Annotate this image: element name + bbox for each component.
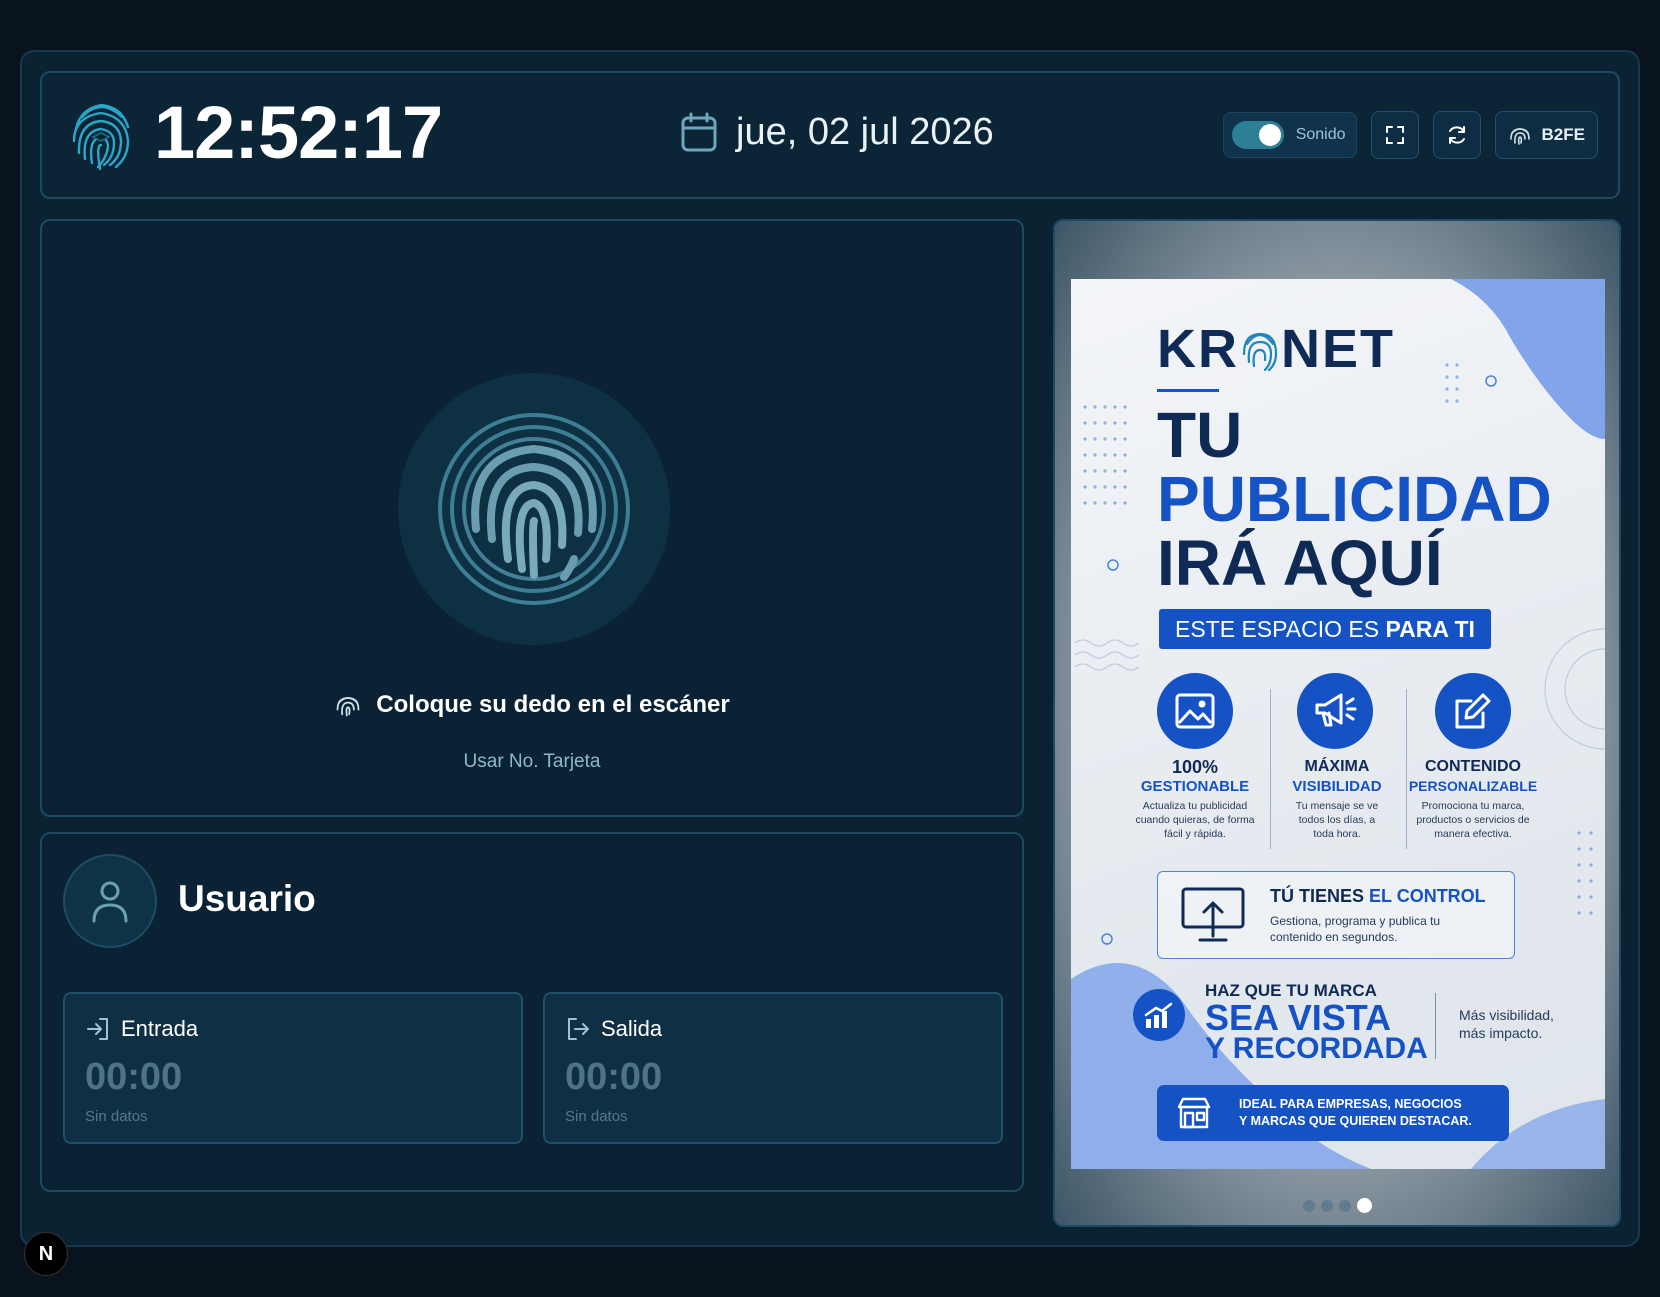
- sound-toggle[interactable]: Sonido: [1222, 112, 1357, 158]
- ad-feature-icon-1: [1157, 673, 1233, 749]
- fingerprint-small-icon: [336, 697, 360, 717]
- device-label: B2FE: [1541, 125, 1585, 144]
- date-text: jue, 02 jul 2026: [736, 111, 994, 153]
- edit-icon: [1455, 693, 1491, 729]
- ad-cta-banner: IDEAL PARA EMPRESAS, NEGOCIOS Y MARCAS Q…: [1157, 1085, 1509, 1141]
- ad-feature-2: MÁXIMA VISIBILIDAD Tu mensaje se ve todo…: [1292, 758, 1382, 840]
- ad-impact-2: más impacto.: [1459, 1025, 1543, 1041]
- user-icon: [92, 881, 128, 923]
- scanner-panel: Coloque su dedo en el escáner Usar No. T…: [40, 219, 1024, 817]
- ad-headline-3: IRÁ AQUÍ: [1157, 527, 1443, 599]
- entrada-label: Entrada: [121, 1016, 199, 1041]
- ad-feature-icon-2: [1297, 673, 1373, 749]
- ad-cta-line-1: IDEAL PARA EMPRESAS, NEGOCIOS: [1239, 1097, 1462, 1111]
- entrada-status: Sin datos: [85, 1108, 148, 1125]
- fingerprint-icon: [438, 413, 630, 605]
- user-panel: Usuario Entrada 00:00 Sin datos Salida 0…: [40, 832, 1024, 1192]
- carousel-dot-active[interactable]: [1356, 1198, 1372, 1213]
- ad-brand-line-3: Y RECORDADA: [1205, 1032, 1428, 1065]
- fullscreen-icon: [1385, 126, 1404, 144]
- device-button[interactable]: B2FE: [1494, 111, 1598, 159]
- fullscreen-button[interactable]: [1370, 111, 1419, 159]
- salida-time: 00:00: [565, 1056, 663, 1098]
- carousel-indicators: [1055, 1198, 1619, 1213]
- fingerprint-scanner-area[interactable]: [398, 373, 670, 645]
- carousel-dot[interactable]: [1320, 1199, 1333, 1212]
- monitor-upload-icon: [1181, 887, 1245, 942]
- ad-divider: [1435, 993, 1436, 1059]
- ad-cta-line-2: Y MARCAS QUE QUIEREN DESTACAR.: [1239, 1114, 1472, 1128]
- scan-instruction: Coloque su dedo en el escáner: [42, 691, 1022, 719]
- carousel-dot[interactable]: [1302, 1199, 1315, 1212]
- ad-control-desc-2: contenido en segundos.: [1270, 930, 1398, 944]
- fingerprint-icon: [1509, 128, 1530, 145]
- salida-label: Salida: [601, 1016, 663, 1041]
- clock-display: 12:52:17: [154, 91, 443, 174]
- ad-brand-left: KR: [1157, 319, 1239, 379]
- ad-control-box: TÚ TIENES EL CONTROL Gestiona, programa …: [1157, 871, 1515, 959]
- carousel-dot[interactable]: [1338, 1199, 1351, 1212]
- refresh-icon: [1448, 126, 1465, 144]
- calendar-icon: [681, 112, 717, 152]
- ad-brand-underline: [1157, 389, 1219, 392]
- ad-tagline: ESTE ESPACIO ES PARA TI: [1159, 609, 1491, 649]
- top-bar: 12:52:17 jue, 02 jul 2026 Sonido B2FE: [40, 71, 1620, 199]
- ad-headline-2: PUBLICIDAD: [1157, 463, 1552, 535]
- ad-feature-1: 100% GESTIONABLE Actualiza tu publicidad…: [1135, 757, 1255, 840]
- ad-slide[interactable]: KR NET TU PUBLICIDAD IRÁ AQUÍ ESTE ESPAC…: [1071, 279, 1605, 1169]
- ad-feature-icon-3: [1435, 673, 1511, 749]
- login-icon: [87, 1018, 108, 1040]
- image-icon: [1175, 693, 1215, 729]
- ad-carousel-panel: KR NET TU PUBLICIDAD IRÁ AQUÍ ESTE ESPAC…: [1053, 219, 1621, 1227]
- ad-control-title-b: EL CONTROL: [1369, 886, 1486, 906]
- ad-headline-1: TU: [1157, 399, 1243, 471]
- ad-brand-right: NET: [1281, 319, 1395, 379]
- salida-card: Salida 00:00 Sin datos: [543, 992, 1003, 1144]
- salida-status: Sin datos: [565, 1108, 628, 1125]
- entrada-time: 00:00: [85, 1056, 183, 1098]
- ad-control-title-a: TÚ TIENES: [1270, 886, 1370, 906]
- sound-label: Sonido: [1295, 126, 1346, 143]
- fingerprint-logo-icon: [72, 103, 130, 171]
- refresh-button[interactable]: [1432, 111, 1481, 159]
- ad-impact-1: Más visibilidad,: [1459, 1007, 1554, 1023]
- avatar: [63, 854, 157, 948]
- use-card-number-link[interactable]: Usar No. Tarjeta: [42, 751, 1022, 773]
- dev-badge[interactable]: N: [24, 1232, 68, 1276]
- toggle-switch[interactable]: [1231, 121, 1284, 149]
- date-display: jue, 02 jul 2026: [680, 109, 994, 155]
- store-icon: [1177, 1097, 1211, 1129]
- megaphone-icon: [1315, 693, 1357, 727]
- ad-brand-fingerprint-icon: [1242, 332, 1278, 372]
- ad-brand-logo: KR NET: [1157, 319, 1395, 379]
- scan-prompt-text: Coloque su dedo en el escáner: [376, 691, 730, 718]
- ad-feature-3: CONTENIDO PERSONALIZABLE Promociona tu m…: [1408, 758, 1538, 840]
- header-controls: Sonido B2FE: [1222, 111, 1598, 159]
- entrada-card: Entrada 00:00 Sin datos: [63, 992, 523, 1144]
- chart-growth-icon: [1133, 989, 1185, 1041]
- logout-icon: [568, 1018, 589, 1040]
- user-name: Usuario: [178, 878, 316, 919]
- ad-control-desc-1: Gestiona, programa y publica tu: [1270, 914, 1441, 928]
